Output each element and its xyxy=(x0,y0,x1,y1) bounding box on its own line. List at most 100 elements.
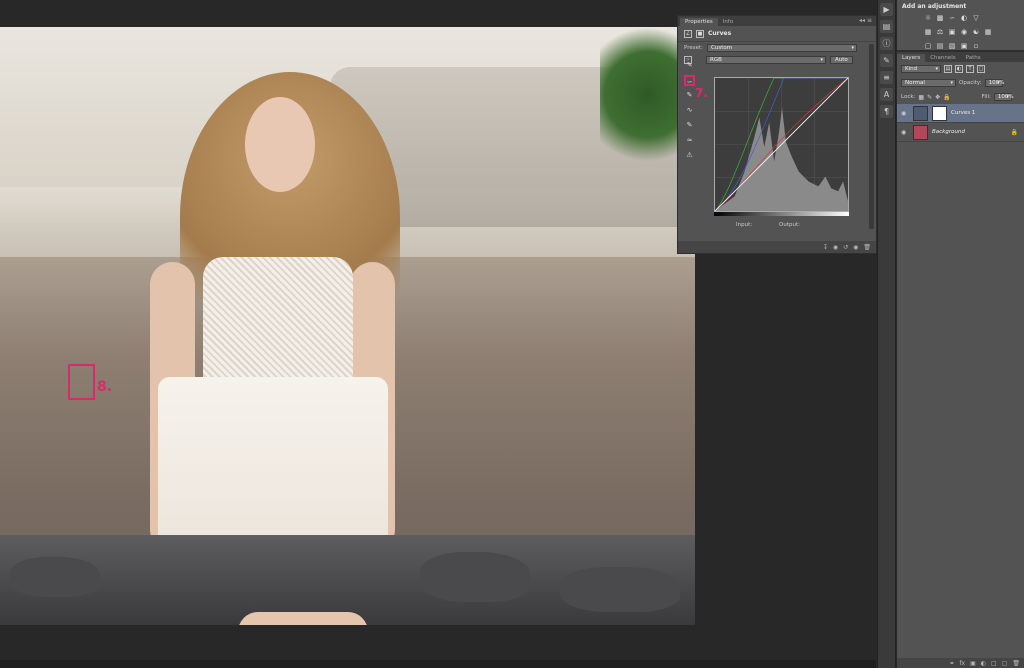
histogram xyxy=(715,107,848,211)
sliders-icon[interactable]: ≡ xyxy=(880,71,893,84)
draw-curve-icon[interactable]: ∿ xyxy=(684,105,695,116)
exposure-icon[interactable]: ◐ xyxy=(960,14,968,22)
gradient-map-icon[interactable]: ▫ xyxy=(972,42,980,50)
preset-label: Preset: xyxy=(684,45,704,51)
photo-face xyxy=(245,97,315,192)
curves-adjustment-icon: ∠ xyxy=(684,29,692,38)
filter-adjustment-icon[interactable]: ◐ xyxy=(955,65,963,73)
input-label: Input: xyxy=(736,222,753,228)
auto-button[interactable]: Auto xyxy=(830,56,853,64)
character-icon[interactable]: A xyxy=(880,88,893,101)
layer-mask-thumbnail[interactable] xyxy=(932,105,947,121)
curves-graph[interactable] xyxy=(714,77,849,212)
photo-canvas[interactable] xyxy=(0,27,695,625)
clipping-warning-icon[interactable]: ⚠ xyxy=(684,150,695,161)
view-previous-icon[interactable]: ◉ xyxy=(833,244,838,251)
adjustments-title: Add an adjustment xyxy=(902,3,967,10)
paragraph-icon[interactable]: ¶ xyxy=(880,105,893,118)
blend-row: Normal Opacity: 100% xyxy=(897,76,1024,90)
adjustments-row-3: ▢ ▤ ▧ ▣ ▫ xyxy=(902,42,1019,50)
brush-icon[interactable]: ✎ xyxy=(880,54,893,67)
layers-footer: ⚭ fx ▣ ◐ □ ▢ 🗑 xyxy=(897,658,1024,668)
tab-info[interactable]: Info xyxy=(718,18,738,26)
black-white-icon[interactable]: ▣ xyxy=(948,28,956,36)
photo-stone xyxy=(10,557,100,597)
background-thumbnail xyxy=(913,124,928,140)
channel-row: ☞ RGB Auto xyxy=(678,54,876,66)
add-mask-icon[interactable]: ▣ xyxy=(970,660,976,667)
new-adjustment-icon[interactable]: ◐ xyxy=(981,660,986,667)
fx-icon[interactable]: fx xyxy=(959,660,965,667)
layer-filter-row: Kind ▤ ◐ T □ xyxy=(897,62,1024,76)
tab-paths[interactable]: Paths xyxy=(961,54,986,62)
photo-dress-top xyxy=(203,257,353,387)
lock-transparent-icon[interactable]: ▦ xyxy=(918,94,924,101)
channel-dropdown[interactable]: RGB xyxy=(706,56,826,64)
filter-type-icon[interactable]: T xyxy=(966,65,974,73)
filter-shape-icon[interactable]: □ xyxy=(977,65,985,73)
new-group-icon[interactable]: □ xyxy=(991,660,997,667)
photo-legs xyxy=(238,612,368,625)
lock-label: Lock: xyxy=(901,94,916,100)
fill-input[interactable]: 100% xyxy=(993,93,1014,101)
invert-icon[interactable]: ▢ xyxy=(924,42,932,50)
selective-color-icon[interactable]: ▣ xyxy=(960,42,968,50)
levels-icon[interactable]: ▩ xyxy=(936,14,944,22)
adjustments-icon[interactable]: ▤ xyxy=(880,20,893,33)
photoshop-window: 8. Properties Info ◂◂ ≡ ∠ ■ Curves Prese… xyxy=(0,0,1024,668)
delete-icon[interactable]: 🗑 xyxy=(863,244,871,251)
edit-points-icon[interactable]: ∽ xyxy=(684,75,695,86)
tab-layers[interactable]: Layers xyxy=(897,54,926,62)
play-icon[interactable]: ▶ xyxy=(880,3,893,16)
opacity-input[interactable]: 100% xyxy=(984,79,1004,87)
mask-icon[interactable]: ■ xyxy=(696,29,704,38)
clip-to-layer-icon[interactable]: ↧ xyxy=(823,244,828,251)
adjustments-row-1: ☼ ▩ ∽ ◐ ▽ xyxy=(902,14,1019,22)
curves-icon[interactable]: ∽ xyxy=(948,14,956,22)
panel-collapse-icon[interactable]: ◂◂ ≡ xyxy=(859,17,872,24)
annotation-label-7: 7. xyxy=(695,86,708,100)
color-lookup-icon[interactable]: ▦ xyxy=(984,28,992,36)
eyedropper-gray-icon[interactable]: ✎ xyxy=(684,90,695,101)
tab-channels[interactable]: Channels xyxy=(925,54,960,62)
info-icon[interactable]: ⓘ xyxy=(880,37,893,50)
tab-properties[interactable]: Properties xyxy=(680,18,718,26)
annotation-label-8: 8. xyxy=(97,379,113,395)
blend-mode-dropdown[interactable]: Normal xyxy=(901,79,956,87)
layer-background[interactable]: ◉ Background 🔒 xyxy=(897,123,1024,142)
layer-curves[interactable]: ◉ Curves 1 xyxy=(897,104,1024,123)
visibility-icon[interactable]: ◉ xyxy=(853,244,858,251)
eye-icon[interactable]: ◉ xyxy=(901,110,909,117)
hue-saturation-icon[interactable]: ▦ xyxy=(924,28,932,36)
color-balance-icon[interactable]: ⚖ xyxy=(936,28,944,36)
link-icon[interactable]: ⚭ xyxy=(949,660,954,667)
curves-tool-column: ✎ ∽ ✎ ∿ ✎ ≈ ⚠ xyxy=(684,60,698,161)
eyedropper-black-icon[interactable]: ✎ xyxy=(684,60,695,71)
vibrance-icon[interactable]: ▽ xyxy=(972,14,980,22)
adjustments-row-2: ▦ ⚖ ▣ ◉ ☯ ▦ xyxy=(902,28,1019,36)
kind-filter-dropdown[interactable]: Kind xyxy=(901,65,941,73)
preset-dropdown[interactable]: Custom xyxy=(707,44,858,52)
eye-icon[interactable]: ◉ xyxy=(901,129,909,136)
photo-filter-icon[interactable]: ◉ xyxy=(960,28,968,36)
right-panels: Add an adjustment ☼ ▩ ∽ ◐ ▽ ▦ ⚖ ▣ ◉ ☯ ▦ … xyxy=(897,0,1024,668)
delete-layer-icon[interactable]: 🗑 xyxy=(1012,660,1020,667)
panel-icon-strip: ▶ ▤ ⓘ ✎ ≡ A ¶ xyxy=(877,0,896,668)
lock-icon: 🔒 xyxy=(1010,128,1018,136)
layers-tabs: Layers Channels Paths xyxy=(897,52,1024,62)
layer-name: Curves 1 xyxy=(951,110,976,116)
eyedropper-white-icon[interactable]: ✎ xyxy=(684,120,695,131)
smooth-curve-icon[interactable]: ≈ xyxy=(684,135,695,146)
channel-mixer-icon[interactable]: ☯ xyxy=(972,28,980,36)
threshold-icon[interactable]: ▧ xyxy=(948,42,956,50)
lock-position-icon[interactable]: ✥ xyxy=(935,94,940,101)
brightness-icon[interactable]: ☼ xyxy=(924,14,932,22)
filter-pixel-icon[interactable]: ▤ xyxy=(944,65,952,73)
curves-layer-thumbnail xyxy=(913,105,928,121)
lock-all-icon[interactable]: 🔒 xyxy=(943,94,950,101)
properties-scrollbar[interactable] xyxy=(869,44,874,229)
lock-pixels-icon[interactable]: ✎ xyxy=(927,94,932,101)
posterize-icon[interactable]: ▤ xyxy=(936,42,944,50)
reset-icon[interactable]: ↺ xyxy=(843,244,848,251)
new-layer-icon[interactable]: ▢ xyxy=(1002,660,1008,667)
